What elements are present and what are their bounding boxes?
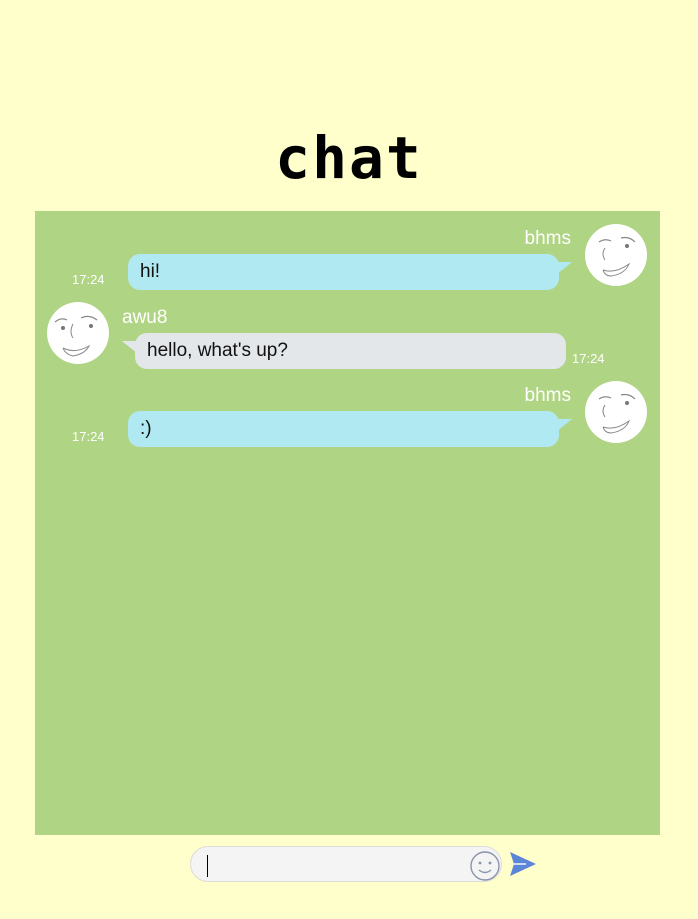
message-bubble: hi!: [128, 254, 559, 290]
message-bubble: hello, what's up?: [135, 333, 566, 369]
message-time: 17:24: [572, 351, 605, 366]
username: bhms: [524, 385, 571, 406]
smiley-face-icon[interactable]: [469, 850, 501, 882]
bubble-tail: [555, 262, 572, 274]
username: bhms: [524, 228, 571, 249]
paper-plane-icon[interactable]: [508, 849, 538, 879]
message-bubble: :): [128, 411, 559, 447]
avatar[interactable]: [47, 302, 109, 364]
message-time: 17:24: [72, 429, 105, 444]
page-title: chat: [275, 124, 423, 192]
chat-messages-area[interactable]: bhms hi! 17:24 awu8 hello, what's up? 17…: [35, 211, 660, 835]
message-input[interactable]: [203, 851, 467, 879]
text-caret: [207, 855, 208, 877]
avatar[interactable]: [585, 381, 647, 443]
bubble-tail: [555, 419, 572, 431]
avatar[interactable]: [585, 224, 647, 286]
face-sketch-icon: [598, 393, 636, 434]
face-sketch-icon: [598, 236, 636, 277]
username: awu8: [122, 307, 168, 328]
message-time: 17:24: [72, 272, 105, 287]
message-input-bar: [190, 846, 502, 882]
face-sketch-icon: [54, 315, 98, 357]
